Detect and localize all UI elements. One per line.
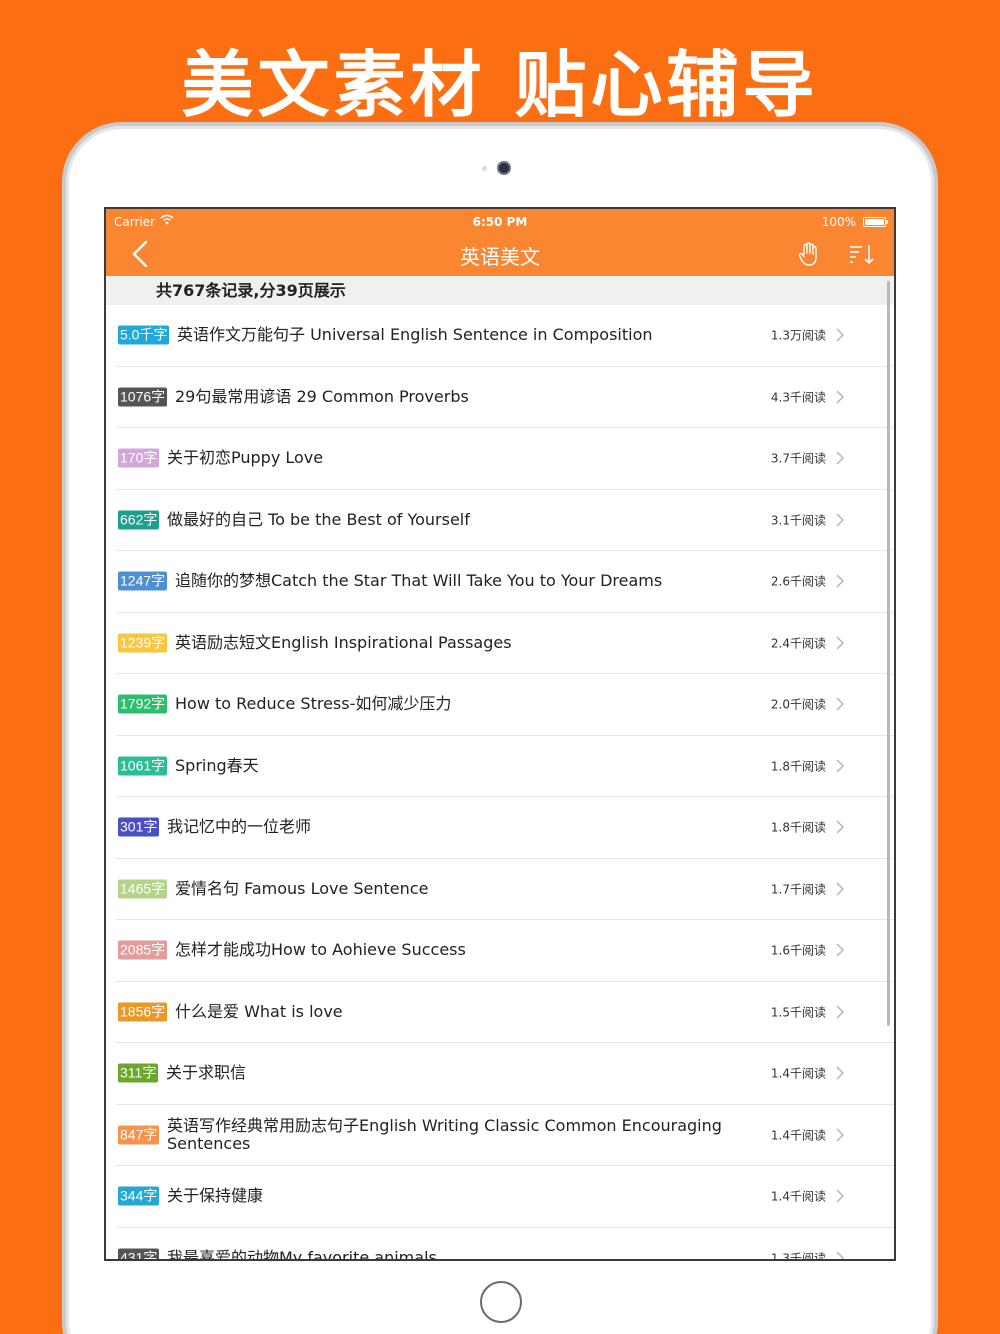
read-count: 2.0千阅读 [770, 697, 826, 712]
chevron-right-icon [836, 1066, 844, 1080]
article-list: 5.0千字 英语作文万能句子 Universal English Sentence… [106, 305, 894, 1261]
sensor-dot [482, 166, 487, 171]
read-count: 1.7千阅读 [770, 882, 826, 897]
chevron-right-icon [836, 943, 844, 957]
read-count: 2.6千阅读 [770, 574, 826, 589]
read-count: 1.8千阅读 [770, 759, 826, 774]
list-item[interactable]: 1239字 英语励志短文English Inspirational Passage… [116, 613, 894, 674]
list-item[interactable]: 344字 关于保持健康 1.4千阅读 [116, 1166, 894, 1228]
article-title: Spring春天 [175, 755, 259, 775]
article-title: 我记忆中的一位老师 [167, 817, 312, 837]
hand-icon[interactable] [796, 241, 822, 267]
battery-icon [863, 217, 888, 227]
chevron-right-icon [836, 820, 844, 834]
word-count-badge: 301字 [118, 817, 160, 837]
chevron-right-icon [836, 1005, 844, 1019]
read-count: 1.3万阅读 [770, 328, 826, 343]
read-count: 1.4千阅读 [770, 1128, 826, 1143]
list-item[interactable]: 2085字 怎样才能成功How to Aohieve Success 1.6千阅读 [116, 920, 894, 982]
list-item[interactable]: 301字 我记忆中的一位老师 1.8千阅读 [116, 797, 894, 859]
word-count-badge: 662字 [118, 510, 160, 530]
app-screen: Carrier 6:50 PM 100% 英语美文 共767条记录,分39页展示… [104, 207, 896, 1261]
chevron-right-icon [836, 451, 844, 465]
promo-headline: 美文素材 贴心辅导 [181, 43, 819, 127]
chevron-right-icon [836, 1251, 844, 1259]
battery-percent: 100% [821, 215, 856, 229]
chevron-right-icon [836, 390, 844, 404]
sort-icon[interactable] [848, 243, 876, 265]
read-count: 1.3千阅读 [770, 1251, 826, 1261]
home-button[interactable] [480, 1281, 522, 1323]
read-count: 1.8千阅读 [770, 820, 826, 835]
article-title: 关于保持健康 [167, 1186, 264, 1206]
scrollbar[interactable] [887, 281, 890, 1026]
article-title: 爱情名句 Famous Love Sentence [175, 878, 429, 898]
chevron-right-icon [836, 574, 844, 588]
list-item[interactable]: 1792字 How to Reduce Stress-如何减少压力 2.0千阅读 [116, 674, 894, 736]
list-item[interactable]: 1465字 爱情名句 Famous Love Sentence 1.7千阅读 [116, 859, 894, 920]
article-title: 追随你的梦想Catch the Star That Will Take You … [175, 571, 663, 591]
article-title: 英语励志短文English Inspirational Passages [175, 632, 512, 652]
word-count-badge: 311字 [118, 1063, 159, 1083]
word-count-badge: 1465字 [118, 879, 168, 899]
word-count-badge: 170字 [118, 448, 160, 468]
chevron-right-icon [836, 697, 844, 711]
list-item[interactable]: 170字 关于初恋Puppy Love 3.7千阅读 [116, 428, 894, 490]
word-count-badge: 5.0千字 [118, 325, 170, 345]
chevron-right-icon [836, 882, 844, 896]
list-item[interactable]: 5.0千字 英语作文万能句子 Universal English Sentence… [116, 305, 894, 367]
article-title: 29句最常用谚语 29 Common Proverbs [175, 386, 469, 406]
word-count-badge: 1792字 [118, 694, 168, 714]
list-item[interactable]: 847字 英语写作经典常用励志句子English Writing Classic … [116, 1105, 894, 1166]
navigation-bar: Carrier 6:50 PM 100% 英语美文 [106, 209, 894, 276]
record-summary: 共767条记录,分39页展示 [106, 276, 894, 305]
article-title: How to Reduce Stress-如何减少压力 [175, 694, 452, 714]
list-item[interactable]: 662字 做最好的自己 To be the Best of Yourself 3.1… [116, 490, 894, 551]
front-camera [497, 161, 511, 175]
chevron-right-icon [836, 513, 844, 527]
read-count: 1.4千阅读 [770, 1189, 826, 1204]
list-item[interactable]: 1061字 Spring春天 1.8千阅读 [116, 736, 894, 797]
article-title: 关于求职信 [166, 1063, 247, 1083]
chevron-right-icon [836, 1128, 844, 1142]
list-item[interactable]: 431字 我最喜爱的动物My favorite animals 1.3千阅读 [116, 1228, 894, 1261]
read-count: 1.5千阅读 [770, 1005, 826, 1020]
list-item[interactable]: 1856字 什么是爱 What is love 1.5千阅读 [116, 982, 894, 1043]
word-count-badge: 431字 [118, 1248, 160, 1259]
word-count-badge: 344字 [118, 1186, 160, 1206]
article-title: 做最好的自己 To be the Best of Yourself [167, 509, 470, 529]
read-count: 3.7千阅读 [770, 451, 826, 466]
article-title: 什么是爱 What is love [175, 1001, 343, 1021]
article-title: 我最喜爱的动物My favorite animals [167, 1247, 437, 1261]
word-count-badge: 1239字 [118, 633, 168, 653]
word-count-badge: 2085字 [118, 940, 168, 960]
word-count-badge: 847字 [118, 1125, 160, 1145]
page-title: 英语美文 [460, 245, 540, 269]
article-title: 关于初恋Puppy Love [167, 448, 324, 468]
word-count-badge: 1856字 [118, 1002, 168, 1022]
chevron-right-icon [836, 759, 844, 773]
article-title: 英语写作经典常用励志句子English Writing Classic Comm… [167, 1115, 722, 1153]
read-count: 2.4千阅读 [770, 636, 826, 651]
word-count-badge: 1247字 [118, 571, 168, 591]
status-time: 6:50 PM [472, 215, 528, 229]
read-count: 4.3千阅读 [770, 390, 826, 405]
chevron-right-icon [836, 328, 844, 342]
word-count-badge: 1076字 [118, 387, 168, 407]
article-title: 怎样才能成功How to Aohieve Success [175, 940, 466, 960]
chevron-right-icon [836, 1189, 844, 1203]
list-item[interactable]: 311字 关于求职信 1.4千阅读 [116, 1043, 894, 1105]
read-count: 1.6千阅读 [770, 943, 826, 958]
read-count: 1.4千阅读 [770, 1066, 826, 1081]
word-count-badge: 1061字 [118, 756, 168, 776]
chevron-right-icon [836, 636, 844, 650]
status-bar: Carrier 6:50 PM 100% [106, 209, 894, 233]
list-item[interactable]: 1247字 追随你的梦想Catch the Star That Will Take… [116, 551, 894, 613]
article-title: 英语作文万能句子 Universal English Sentence in C… [177, 325, 653, 345]
read-count: 3.1千阅读 [770, 513, 826, 528]
list-item[interactable]: 1076字 29句最常用谚语 29 Common Proverbs 4.3千阅读 [116, 367, 894, 428]
